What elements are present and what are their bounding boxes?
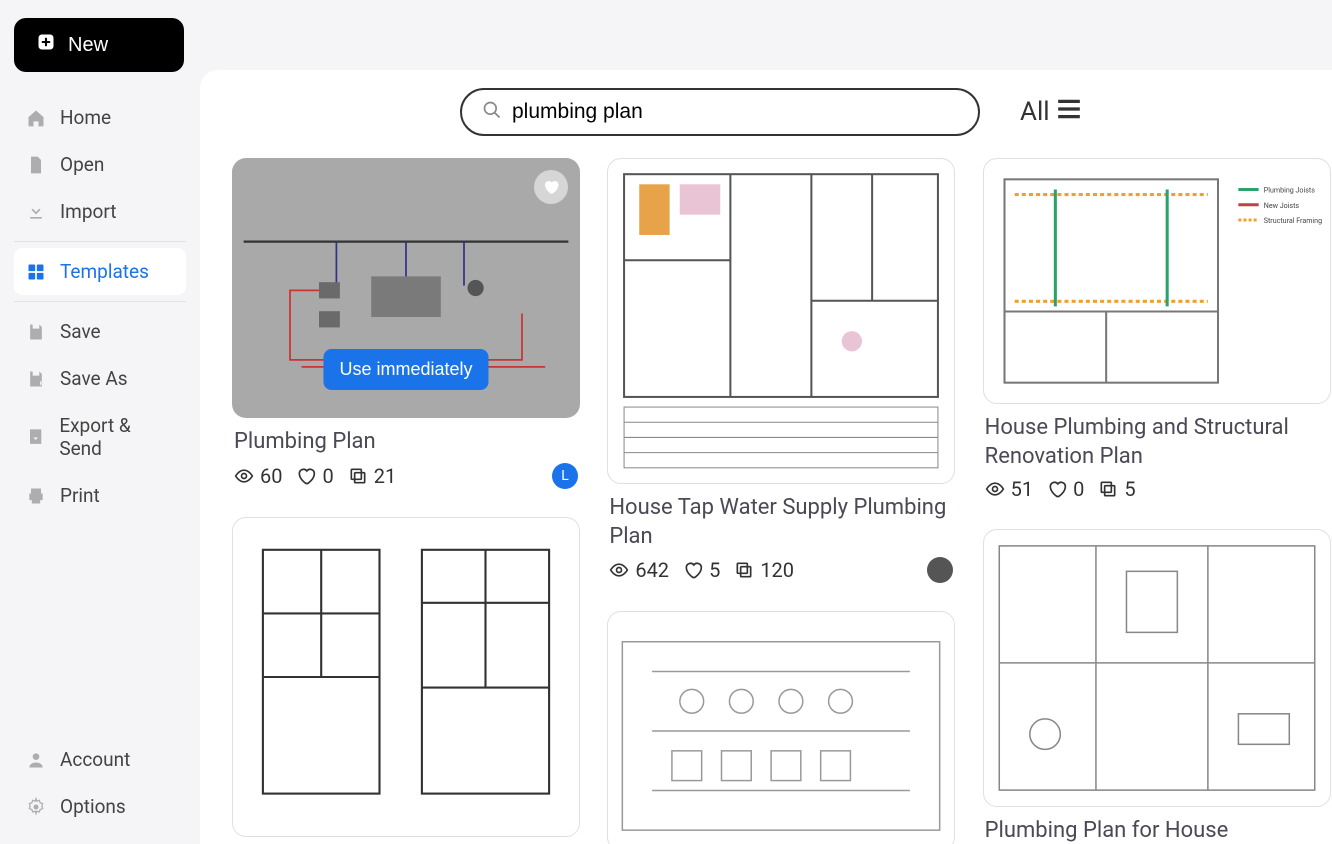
svg-text:New Joists: New Joists: [1263, 201, 1299, 210]
template-card[interactable]: Plumbing Plan for House: [983, 529, 1331, 844]
sidebar-item-save[interactable]: Save: [14, 308, 186, 355]
sidebar-item-options[interactable]: Options: [14, 783, 186, 830]
search-box[interactable]: [460, 88, 980, 136]
sidebar-item-label: Import: [60, 200, 116, 223]
sidebar-item-label: Open: [60, 153, 104, 176]
template-card[interactable]: [232, 517, 580, 837]
views-count: 51: [985, 477, 1033, 501]
views-count: 60: [234, 464, 282, 488]
filter-all[interactable]: All: [1020, 97, 1082, 127]
favorite-button[interactable]: [534, 170, 568, 204]
search-input[interactable]: [512, 100, 958, 124]
sidebar-item-print[interactable]: Print: [14, 472, 186, 519]
export-icon: [26, 427, 45, 447]
sidebar: New Home Open Import Templates Save Save…: [0, 0, 200, 844]
template-thumbnail[interactable]: [607, 158, 955, 484]
author-avatar[interactable]: L: [552, 463, 578, 489]
template-title: Plumbing Plan: [234, 428, 578, 457]
list-icon: [1056, 97, 1082, 127]
divider: [14, 301, 186, 302]
account-icon: [26, 750, 46, 770]
filter-label: All: [1020, 97, 1050, 127]
save-icon: [26, 322, 46, 342]
copies-count: 120: [734, 558, 794, 582]
sidebar-item-import[interactable]: Import: [14, 188, 186, 235]
templates-gallery: Use immediately Plumbing Plan 60 0 21 L: [200, 148, 1332, 844]
sidebar-item-label: Home: [60, 106, 111, 129]
import-icon: [26, 202, 46, 222]
copies-count: 21: [348, 464, 396, 488]
template-card[interactable]: Plumbing Joists New Joists Structural Fr…: [983, 158, 1331, 501]
use-immediately-button[interactable]: Use immediately: [323, 349, 488, 390]
sidebar-item-label: Save As: [60, 367, 128, 390]
divider: [14, 241, 186, 242]
template-thumbnail[interactable]: [232, 517, 580, 837]
template-meta: 60 0 21 L: [232, 463, 580, 489]
diagram-preview: [608, 159, 954, 483]
diagram-preview: [233, 518, 579, 836]
sidebar-item-label: Options: [60, 795, 126, 818]
sidebar-item-label: Export & Send: [59, 414, 174, 460]
template-title: Plumbing Plan for House: [985, 817, 1329, 844]
sidebar-item-templates[interactable]: Templates: [14, 248, 186, 295]
likes-count: 5: [683, 558, 720, 582]
new-button-label: New: [68, 34, 108, 57]
sidebar-item-account[interactable]: Account: [14, 736, 186, 783]
template-title: House Tap Water Supply Plumbing Plan: [609, 494, 953, 551]
sidebar-item-label: Print: [60, 484, 100, 507]
sidebar-item-label: Account: [60, 748, 130, 771]
sidebar-item-home[interactable]: Home: [14, 94, 186, 141]
sidebar-item-saveas[interactable]: Save As: [14, 355, 186, 402]
author-avatar[interactable]: [927, 557, 953, 583]
search-icon: [482, 100, 502, 124]
gear-icon: [26, 797, 46, 817]
likes-count: 0: [296, 464, 333, 488]
svg-text:Plumbing Joists: Plumbing Joists: [1263, 186, 1314, 195]
copies-count: 5: [1098, 477, 1135, 501]
sidebar-item-label: Templates: [60, 260, 149, 283]
template-thumbnail[interactable]: Plumbing Joists New Joists Structural Fr…: [983, 158, 1331, 404]
diagram-preview: [608, 612, 954, 844]
svg-text:Structural Framing: Structural Framing: [1263, 216, 1321, 225]
file-icon: [26, 155, 46, 175]
sidebar-item-export[interactable]: Export & Send: [14, 402, 186, 472]
sidebar-item-open[interactable]: Open: [14, 141, 186, 188]
saveas-icon: [26, 369, 46, 389]
home-icon: [26, 108, 46, 128]
plus-icon: [36, 32, 56, 58]
views-count: 642: [609, 558, 669, 582]
main-panel: All: [200, 70, 1332, 844]
sidebar-item-label: Save: [60, 320, 101, 343]
template-card[interactable]: House Tap Water Supply Plumbing Plan 642…: [607, 158, 955, 583]
templates-icon: [26, 262, 46, 282]
template-meta: 51 0 5: [983, 477, 1331, 501]
new-button[interactable]: New: [14, 18, 184, 72]
template-title: House Plumbing and Structural Renovation…: [985, 414, 1329, 471]
template-thumbnail[interactable]: [607, 611, 955, 844]
template-card[interactable]: [607, 611, 955, 844]
likes-count: 0: [1047, 477, 1084, 501]
template-thumbnail[interactable]: Use immediately: [232, 158, 580, 418]
print-icon: [26, 486, 46, 506]
template-thumbnail[interactable]: [983, 529, 1331, 807]
diagram-preview: Plumbing Joists New Joists Structural Fr…: [984, 159, 1330, 403]
template-meta: 642 5 120: [607, 557, 955, 583]
template-card[interactable]: Use immediately Plumbing Plan 60 0 21 L: [232, 158, 580, 489]
diagram-preview: [984, 530, 1330, 806]
